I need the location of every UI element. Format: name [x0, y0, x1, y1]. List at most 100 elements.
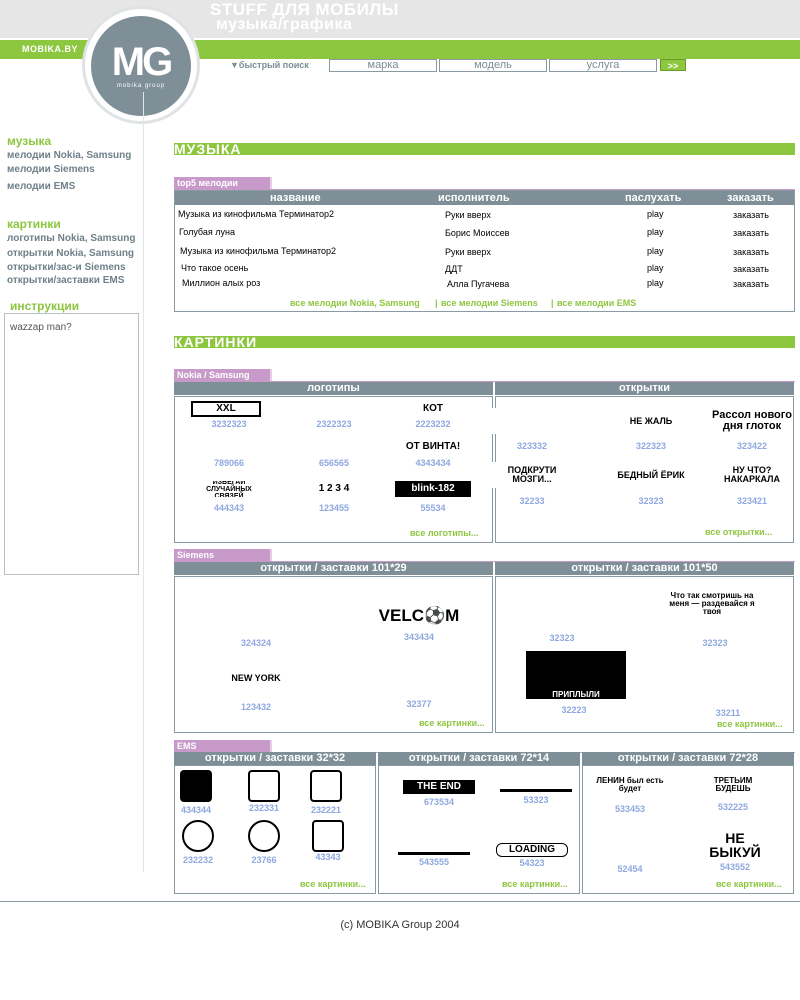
link-all-cards[interactable]: все открытки...: [705, 527, 772, 537]
ems-code[interactable]: 434344: [166, 805, 226, 815]
card-image[interactable]: НЕ ЖАЛЬ: [611, 408, 691, 434]
siemens-card-code[interactable]: 32323: [532, 633, 592, 643]
logo-image[interactable]: КОТ: [395, 401, 471, 417]
order-link[interactable]: заказать: [733, 247, 769, 257]
logo-image[interactable]: blink-182: [395, 481, 471, 497]
ems-code[interactable]: 43343: [298, 852, 358, 862]
sidebar-link-nokia-melodies[interactable]: мелодии Nokia, Samsung: [7, 150, 131, 161]
siemens-card-code[interactable]: 33211: [698, 708, 758, 718]
song-name[interactable]: Что такое осень: [181, 263, 248, 273]
sidebar-link-ems-cards[interactable]: открытки/заставки EMS: [7, 275, 124, 286]
service-search-field[interactable]: услуга: [549, 59, 657, 72]
order-link[interactable]: заказать: [733, 228, 769, 238]
card-code[interactable]: 323422: [722, 441, 782, 451]
play-link[interactable]: play: [647, 209, 664, 219]
siemens-card-image[interactable]: NEW YORK: [206, 662, 306, 694]
logo-code[interactable]: 55534: [403, 503, 463, 513]
ems-code[interactable]: 533453: [600, 804, 660, 814]
ems-code[interactable]: 543552: [705, 862, 765, 872]
ems-code[interactable]: 232232: [168, 855, 228, 865]
link-all-siemens-melodies[interactable]: все мелодии Siemens: [441, 298, 538, 308]
song-name[interactable]: Миллион алых роз: [182, 278, 260, 288]
sidebar-link-siemens-cards[interactable]: открытки/зас-и Siemens: [7, 262, 126, 273]
logo-code[interactable]: 789066: [199, 458, 259, 468]
order-link[interactable]: заказать: [733, 210, 769, 220]
card-image[interactable]: Рассол нового дня глоток: [712, 408, 792, 434]
ems-code[interactable]: 673534: [409, 797, 469, 807]
link-all-logos[interactable]: все логотипы...: [410, 528, 478, 538]
link-all-ems-3[interactable]: все картинки...: [716, 879, 782, 889]
card-code[interactable]: 322323: [621, 441, 681, 451]
model-search-field[interactable]: модель: [439, 59, 547, 72]
logo-image[interactable]: XXL: [191, 401, 261, 417]
link-all-ems-melodies[interactable]: все мелодии EMS: [557, 298, 636, 308]
card-image[interactable]: ПОДКРУТИ МОЗГИ...: [492, 462, 572, 488]
ems-card-image[interactable]: ТРЕТЬИМ БУДЕШЬ: [697, 771, 769, 799]
logo-code[interactable]: 4343434: [403, 458, 463, 468]
ems-banner-image[interactable]: LOADING: [496, 843, 568, 857]
siemens-card-code[interactable]: 343434: [389, 632, 449, 642]
ems-icon-image[interactable]: [310, 770, 342, 802]
song-name[interactable]: Музыка из кинофильма Терминатор2: [178, 209, 334, 219]
play-link[interactable]: play: [647, 263, 664, 273]
logo-code[interactable]: 2223232: [403, 419, 463, 429]
siemens-card-code[interactable]: 123432: [226, 702, 286, 712]
ems-code[interactable]: 52454: [600, 864, 660, 874]
card-code[interactable]: 32233: [502, 496, 562, 506]
siemens-card-code[interactable]: 32323: [685, 638, 745, 648]
siemens-card-image[interactable]: [514, 578, 604, 626]
logo-code[interactable]: 123455: [304, 503, 364, 513]
ems-code[interactable]: 23766: [234, 855, 294, 865]
card-code[interactable]: 32323: [621, 496, 681, 506]
play-link[interactable]: play: [647, 278, 664, 288]
card-code[interactable]: 323332: [502, 441, 562, 451]
sidebar-link-nokia-cards[interactable]: открытки Nokia, Samsung: [7, 248, 134, 259]
logo-code[interactable]: 3232323: [199, 419, 259, 429]
siemens-card-image[interactable]: [369, 662, 469, 694]
logo-image[interactable]: ИЗБЕГАЙ СЛУЧАЙНЫХ СВЯЗЕЙ: [191, 481, 267, 497]
brand-search-field[interactable]: марка: [329, 59, 437, 72]
card-code[interactable]: 323421: [722, 496, 782, 506]
ems-banner-image[interactable]: THE END: [403, 780, 475, 794]
card-image[interactable]: [492, 408, 572, 434]
play-link[interactable]: play: [647, 246, 664, 256]
siemens-card-image[interactable]: [206, 600, 306, 630]
siemens-card-code[interactable]: 32223: [544, 705, 604, 715]
sidebar-link-nokia-logos[interactable]: логотипы Nokia, Samsung: [7, 233, 135, 244]
ems-icon-image[interactable]: [248, 820, 280, 852]
order-link[interactable]: заказать: [733, 279, 769, 289]
logo-code[interactable]: 2322323: [304, 419, 364, 429]
ems-icon-image[interactable]: [248, 770, 280, 802]
logo-image[interactable]: ОТ ВИНТА!: [395, 439, 471, 455]
ems-card-image[interactable]: ЛЕНИН был есть будет: [594, 771, 666, 799]
card-image[interactable]: НУ ЧТО? НАКАРКАЛА: [712, 462, 792, 488]
play-link[interactable]: play: [647, 227, 664, 237]
ems-code[interactable]: 53323: [506, 795, 566, 805]
song-name[interactable]: Музыка из кинофильма Терминатор2: [180, 246, 336, 256]
link-all-siemens-left[interactable]: все картинки...: [419, 718, 485, 728]
link-all-ems-2[interactable]: все картинки...: [502, 879, 568, 889]
siemens-card-image[interactable]: [680, 655, 780, 703]
link-all-ems-1[interactable]: все картинки...: [300, 879, 366, 889]
ems-code[interactable]: 543555: [404, 857, 464, 867]
ems-icon-image[interactable]: [180, 770, 212, 802]
logo-image[interactable]: [191, 439, 267, 455]
siemens-card-image[interactable]: VELC⚽M: [369, 600, 469, 630]
link-all-siemens-right[interactable]: все картинки...: [717, 719, 783, 729]
sidebar-link-siemens-melodies[interactable]: мелодии Siemens: [7, 164, 95, 175]
ems-icon-image[interactable]: [182, 820, 214, 852]
brand-link[interactable]: MOBIKA.BY: [22, 44, 78, 54]
order-link[interactable]: заказать: [733, 264, 769, 274]
logo-code[interactable]: 444343: [199, 503, 259, 513]
ems-icon-image[interactable]: [312, 820, 344, 852]
siemens-card-code[interactable]: 324324: [226, 638, 286, 648]
ems-code[interactable]: 232331: [234, 803, 294, 813]
siemens-card-code[interactable]: 32377: [389, 699, 449, 709]
song-name[interactable]: Голубая луна: [179, 227, 235, 237]
ems-code[interactable]: 532225: [703, 802, 763, 812]
ems-code[interactable]: 232221: [296, 805, 356, 815]
logo-image[interactable]: 1 2 3 4: [296, 481, 372, 497]
card-image[interactable]: БЕДНЫЙ ЁРИК: [611, 462, 691, 488]
ems-card-image[interactable]: НЕ БЫКУЙ: [699, 831, 771, 859]
link-all-nokia-melodies[interactable]: все мелодии Nokia, Samsung: [290, 298, 420, 308]
